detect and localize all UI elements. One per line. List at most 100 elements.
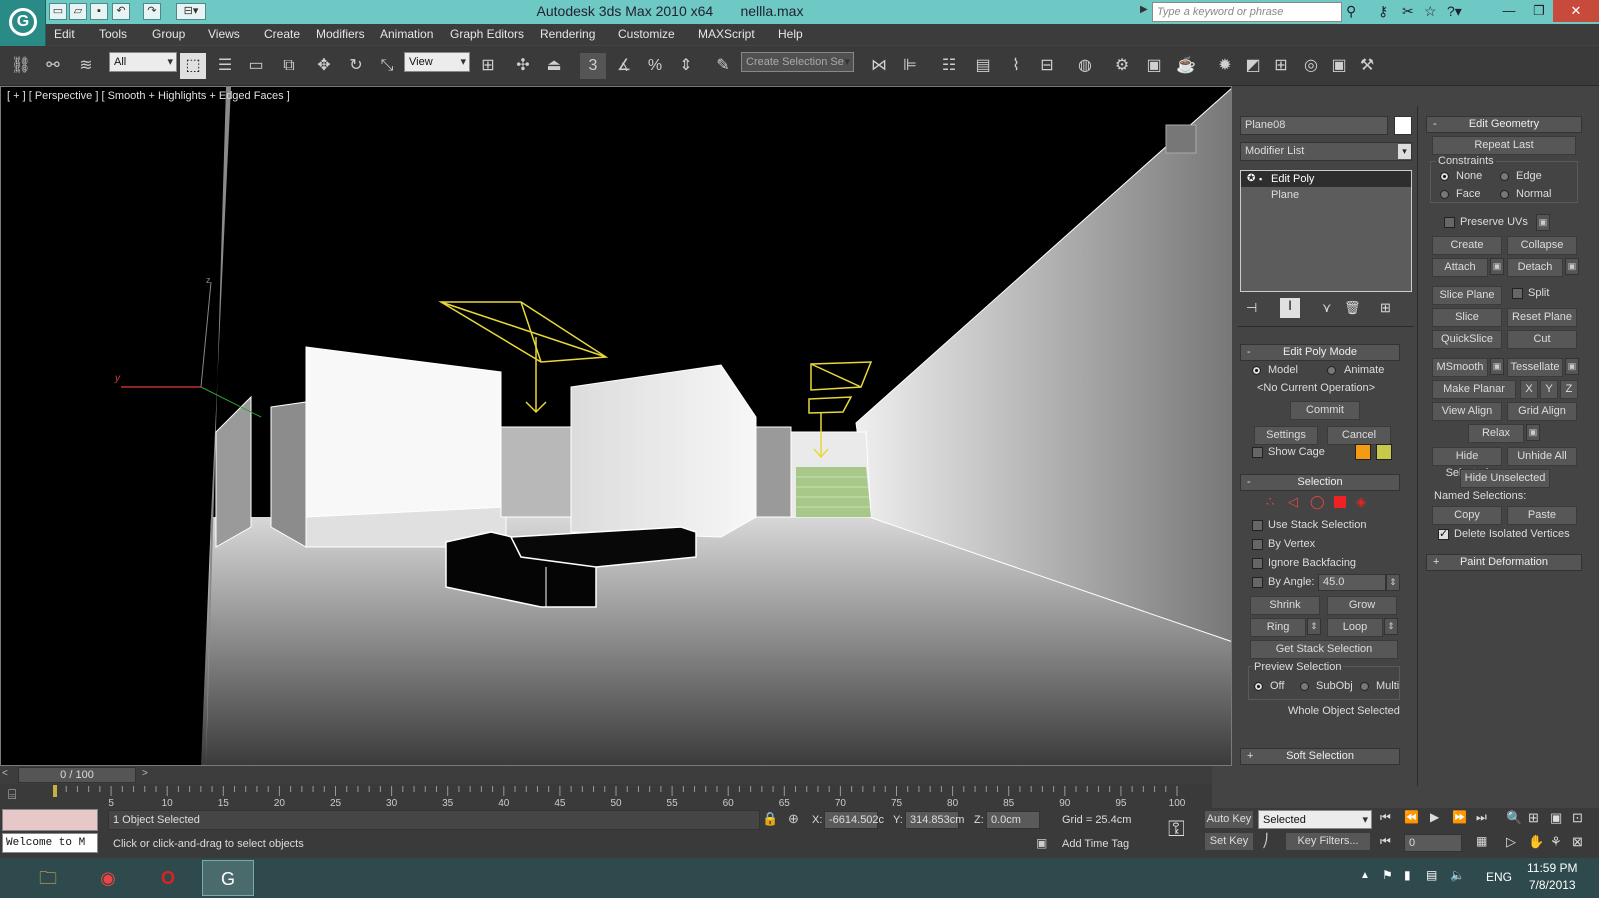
key-mode-toggle-icon[interactable]: ⏮: [1380, 834, 1391, 849]
maximize-viewport-icon[interactable]: ⊠: [1572, 834, 1583, 850]
hide-selected-button[interactable]: Hide Selected: [1432, 447, 1502, 479]
menu-tools[interactable]: Tools: [99, 27, 127, 41]
menu-maxscript[interactable]: MAXScript: [698, 27, 755, 41]
menu-group[interactable]: Group: [152, 27, 185, 41]
subscription-key-icon[interactable]: ⚷: [1378, 3, 1388, 20]
time-tag-icon[interactable]: ▣: [1036, 836, 1047, 850]
ring-spinner-icon[interactable]: ⇕: [1307, 618, 1321, 635]
cage-color-swatch-2[interactable]: [1376, 444, 1392, 460]
create-tab-icon[interactable]: ✹: [1212, 53, 1238, 79]
menu-create[interactable]: Create: [264, 27, 300, 41]
key-mode-dropdown[interactable]: Selected: [1258, 810, 1372, 829]
element-icon[interactable]: ◈: [1356, 494, 1366, 510]
attach-list-icon[interactable]: ▣: [1490, 258, 1504, 275]
constraint-face-radio[interactable]: [1440, 190, 1449, 199]
spinner-arrows-icon[interactable]: ⇕: [1386, 574, 1400, 591]
constraint-normal-radio[interactable]: [1500, 190, 1509, 199]
reset-plane-button[interactable]: Reset Plane: [1507, 308, 1577, 327]
cut-button[interactable]: Cut: [1507, 330, 1577, 349]
menu-views[interactable]: Views: [208, 27, 240, 41]
keyboard-shortcut-override-icon[interactable]: ⏏: [541, 53, 567, 79]
planar-y-button[interactable]: Y: [1540, 380, 1558, 399]
selection-rollout[interactable]: - Selection: [1240, 474, 1400, 491]
percent-snap-icon[interactable]: %: [642, 53, 668, 79]
utilities-tab-icon[interactable]: ⚒: [1354, 53, 1380, 79]
pivot-center-icon[interactable]: ⊞: [475, 53, 501, 79]
modify-tab-icon[interactable]: ◩: [1240, 53, 1266, 79]
planar-z-button[interactable]: Z: [1560, 380, 1578, 399]
previous-frame-icon[interactable]: ⏪: [1404, 810, 1419, 824]
mirror-icon[interactable]: ⋈: [866, 53, 892, 79]
loop-spinner-icon[interactable]: ⇕: [1384, 618, 1398, 635]
hierarchy-tab-icon[interactable]: ⊞: [1268, 53, 1294, 79]
align-icon[interactable]: ⊫: [897, 53, 923, 79]
action-center-flag-icon[interactable]: ⚑: [1382, 868, 1393, 882]
selection-filter-dropdown[interactable]: All: [109, 52, 177, 72]
perspective-viewport[interactable]: [ + ] [ Perspective ] [ Smooth + Highlig…: [0, 86, 1232, 766]
select-object-icon[interactable]: ⬚: [180, 53, 206, 79]
ring-button[interactable]: Ring: [1250, 618, 1306, 637]
edge-icon[interactable]: ◁: [1288, 494, 1298, 510]
clock[interactable]: 11:59 PM 7/8/2013: [1527, 861, 1577, 892]
reference-coordinate-dropdown[interactable]: View: [404, 52, 470, 72]
menu-animation[interactable]: Animation: [380, 27, 433, 41]
angle-snap-icon[interactable]: ∡: [611, 53, 637, 79]
display-tab-icon[interactable]: ▣: [1326, 53, 1352, 79]
infocenter-binoculars-icon[interactable]: ⚲: [1346, 3, 1356, 20]
absolute-mode-icon[interactable]: ⊕: [788, 811, 799, 827]
maxscript-listener[interactable]: Welcome to M: [2, 833, 98, 853]
language-indicator[interactable]: ENG: [1486, 870, 1512, 884]
communication-icon[interactable]: ✂: [1402, 3, 1414, 20]
key-filters-button[interactable]: Key Filters...: [1285, 832, 1371, 851]
configure-sets-icon[interactable]: ⊞: [1380, 300, 1391, 316]
zoom-extents-all-icon[interactable]: ⊡: [1572, 810, 1583, 826]
repeat-last-button[interactable]: Repeat Last: [1432, 136, 1576, 155]
field-of-view-icon[interactable]: ▷: [1506, 834, 1516, 850]
create-button[interactable]: Create: [1432, 236, 1502, 255]
unlink-icon[interactable]: ⚯: [40, 53, 66, 79]
motion-tab-icon[interactable]: ◎: [1298, 53, 1324, 79]
pin-stack-icon[interactable]: ⊣: [1246, 300, 1257, 316]
show-cage-checkbox[interactable]: [1252, 447, 1263, 458]
slice-button[interactable]: Slice: [1432, 308, 1502, 327]
battery-icon[interactable]: ▮: [1404, 868, 1411, 882]
render-teapot-icon[interactable]: ☕: [1173, 53, 1199, 79]
select-by-name-icon[interactable]: ☰: [212, 53, 238, 79]
vertex-icon[interactable]: ∴: [1266, 494, 1274, 510]
msmooth-settings-icon[interactable]: ▣: [1490, 358, 1504, 375]
relax-button[interactable]: Relax: [1468, 424, 1524, 443]
attach-button[interactable]: Attach: [1432, 258, 1488, 277]
loop-button[interactable]: Loop: [1327, 618, 1383, 637]
chrome-icon[interactable]: ◉: [82, 860, 134, 896]
search-input[interactable]: Type a keyword or phrase: [1152, 2, 1342, 22]
lightbulb-icon[interactable]: ✪: [1247, 171, 1255, 187]
minimize-button[interactable]: —: [1494, 0, 1524, 22]
volume-icon[interactable]: 🔈: [1450, 868, 1465, 882]
render-setup-icon[interactable]: ⚙: [1109, 53, 1135, 79]
go-to-end-icon[interactable]: ⏭: [1476, 810, 1487, 825]
expand-icon[interactable]: ▪: [1259, 171, 1262, 187]
frame-slider-thumb[interactable]: 0 / 100: [18, 767, 136, 783]
constraint-none-radio[interactable]: [1440, 172, 1449, 181]
show-hidden-icons-icon[interactable]: ▲: [1360, 870, 1370, 881]
polygon-icon[interactable]: [1334, 496, 1346, 508]
zoom-icon[interactable]: 🔍: [1506, 810, 1522, 826]
make-unique-icon[interactable]: ⋎: [1322, 300, 1332, 316]
menu-graph-editors[interactable]: Graph Editors: [450, 27, 524, 41]
quickslice-button[interactable]: QuickSlice: [1432, 330, 1502, 349]
graphite-ribbon-icon[interactable]: ▤: [970, 53, 996, 79]
planar-x-button[interactable]: X: [1520, 380, 1538, 399]
delete-isolated-checkbox[interactable]: [1438, 527, 1449, 540]
remove-modifier-icon[interactable]: 🗑: [1344, 300, 1361, 316]
named-selection-set-input[interactable]: Create Selection Se: [741, 52, 854, 72]
preserve-uvs-checkbox[interactable]: [1444, 217, 1455, 228]
preview-multi-radio[interactable]: [1360, 682, 1369, 691]
soft-selection-rollout[interactable]: + Soft Selection: [1240, 748, 1400, 765]
scale-icon[interactable]: ⤡: [374, 53, 400, 79]
show-end-result-icon[interactable]: Ⅰ: [1280, 298, 1300, 318]
window-crossing-icon[interactable]: ⧉: [276, 53, 302, 79]
help-icon[interactable]: ?▾: [1447, 3, 1462, 20]
menu-help[interactable]: Help: [778, 27, 803, 41]
settings-button[interactable]: Settings: [1254, 426, 1318, 445]
maxscript-listener-top[interactable]: [2, 809, 98, 831]
